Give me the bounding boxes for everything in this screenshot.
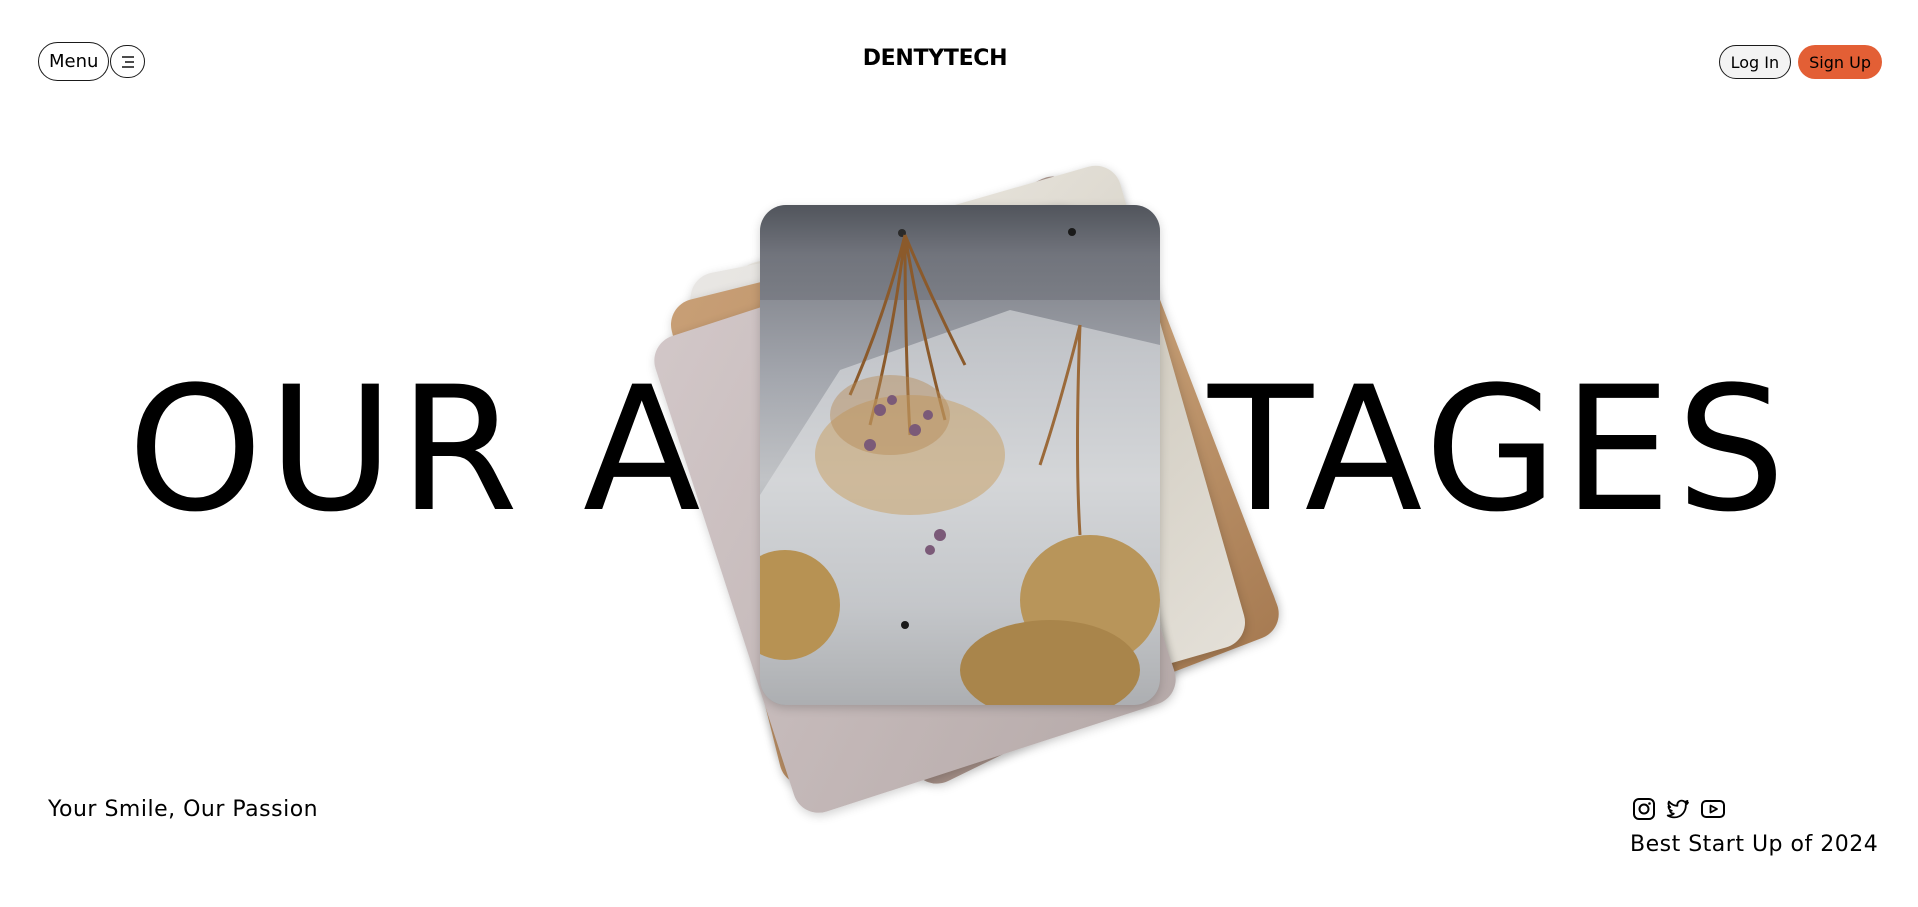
photo-card-stack[interactable] xyxy=(647,159,1287,820)
brand-logo[interactable]: DENTYTECH xyxy=(0,46,1870,71)
dried-flowers-image xyxy=(760,205,1160,705)
auth-buttons: Log In Sign Up xyxy=(1718,45,1882,79)
photo-card-front[interactable] xyxy=(760,205,1160,705)
login-button[interactable]: Log In xyxy=(1718,45,1792,79)
instagram-icon[interactable] xyxy=(1632,797,1656,821)
social-links xyxy=(1632,797,1726,821)
twitter-icon[interactable] xyxy=(1666,797,1690,821)
tagline: Your Smile, Our Passion xyxy=(48,797,319,822)
youtube-icon[interactable] xyxy=(1700,797,1726,821)
award-text: Best Start Up of 2024 xyxy=(1630,832,1879,857)
signup-button[interactable]: Sign Up xyxy=(1798,45,1882,79)
